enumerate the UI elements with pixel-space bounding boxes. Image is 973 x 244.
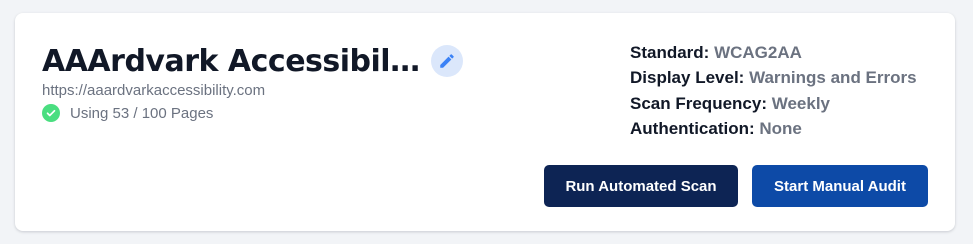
pencil-icon <box>439 54 454 68</box>
scan-frequency-value: Weekly <box>771 93 831 113</box>
check-circle-icon <box>42 104 60 122</box>
run-automated-scan-button[interactable]: Run Automated Scan <box>544 165 738 207</box>
page-usage-text: Using 53 / 100 Pages <box>70 104 214 122</box>
display-level-value: Warnings and Errors <box>749 68 917 88</box>
site-info: AAArdvark Accessibil… https://aaardvarka… <box>42 41 463 122</box>
standard-value: WCAG2AA <box>714 43 802 62</box>
authentication-row: Authentication: None <box>630 116 917 141</box>
scan-frequency-row: Scan Frequency: Weekly <box>630 91 917 116</box>
site-url: https://aaardvarkaccessibility.com <box>42 82 266 99</box>
scan-frequency-label: Scan Frequency: <box>630 93 767 113</box>
authentication-value: None <box>759 118 802 138</box>
site-card: AAArdvark Accessibil… https://aaardvarka… <box>15 13 955 231</box>
edit-site-button[interactable] <box>430 45 463 77</box>
standard-label: Standard: <box>630 43 710 62</box>
display-level-label: Display Level: <box>630 68 745 88</box>
title-row: AAArdvark Accessibil… <box>42 41 463 81</box>
scan-settings: Standard: WCAG2AA Display Level: Warning… <box>630 40 917 141</box>
authentication-label: Authentication: <box>630 118 755 138</box>
site-title: AAArdvark Accessibil… <box>42 43 420 79</box>
page-usage: Using 53 / 100 Pages <box>42 104 463 122</box>
standard-row: Standard: WCAG2AA <box>630 40 917 65</box>
start-manual-audit-button[interactable]: Start Manual Audit <box>752 165 928 207</box>
display-level-row: Display Level: Warnings and Errors <box>630 65 917 90</box>
